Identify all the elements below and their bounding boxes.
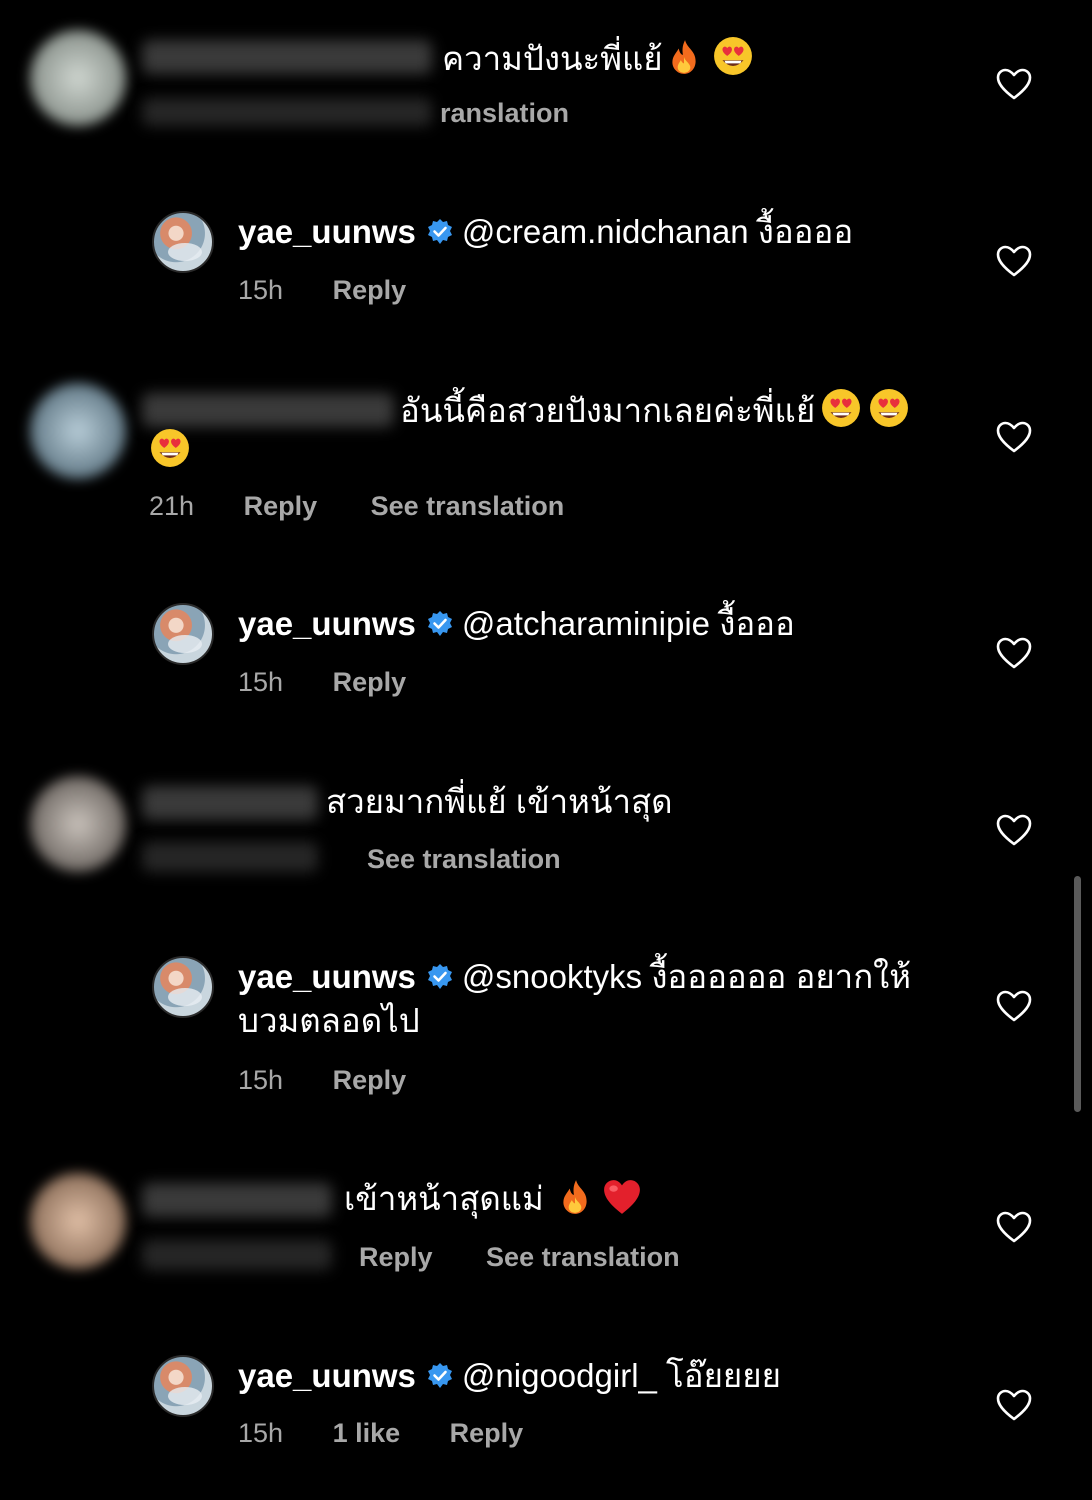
- username[interactable]: yae_uunws: [238, 958, 416, 995]
- owner-avatar[interactable]: [152, 1355, 214, 1417]
- like-count[interactable]: 1 like: [333, 1418, 401, 1448]
- verified-badge-icon: [426, 610, 454, 638]
- like-heart-icon[interactable]: [996, 637, 1032, 669]
- blurred-avatar[interactable]: [30, 1173, 126, 1269]
- comment-meta: Reply See translation: [359, 1241, 680, 1273]
- like-heart-icon[interactable]: [996, 1211, 1032, 1243]
- like-heart-icon[interactable]: [996, 421, 1032, 453]
- reply-body: @cream.nidchanan งื้ออออ: [461, 213, 854, 250]
- reply-text: yae_uunws @nigoodgirl_ โอ๊ยยยย: [238, 1355, 781, 1397]
- reply-meta: 15h Reply: [238, 1064, 406, 1096]
- see-translation-link[interactable]: ranslation: [440, 98, 569, 128]
- scrollbar-thumb[interactable]: [1074, 876, 1081, 1112]
- verified-badge-icon: [426, 1362, 454, 1390]
- blurred-meta: [142, 1240, 332, 1270]
- comment-text: เข้าหน้าสุดแม่: [344, 1178, 642, 1220]
- verified-badge-icon: [426, 963, 454, 991]
- like-heart-icon[interactable]: [996, 990, 1032, 1022]
- reply-button[interactable]: Reply: [333, 1065, 407, 1095]
- see-translation-link[interactable]: See translation: [486, 1242, 680, 1272]
- reply-body-line2: บวมตลอดไป: [238, 1002, 420, 1039]
- blurred-avatar[interactable]: [30, 383, 126, 479]
- reply-meta: 15h 1 like Reply: [238, 1417, 523, 1449]
- comments-screen: ความปังนะพี่แย้ ranslation yae_uunws @cre…: [0, 0, 1092, 1500]
- verified-badge-icon: [426, 218, 454, 246]
- see-translation-link[interactable]: See translation: [371, 491, 565, 521]
- blurred-username: [142, 40, 432, 74]
- timestamp: 15h: [238, 275, 284, 305]
- timestamp: 21h: [149, 491, 195, 521]
- reply-body: @nigoodgirl_ โอ๊ยยยย: [461, 1357, 781, 1394]
- blurred-meta: [142, 842, 318, 872]
- reply-meta: 15h Reply: [238, 274, 406, 306]
- comment-meta: 21h Reply See translation: [149, 490, 564, 522]
- reply-button[interactable]: Reply: [450, 1418, 524, 1448]
- reply-text: yae_uunws @cream.nidchanan งื้ออออ: [238, 211, 853, 253]
- username[interactable]: yae_uunws: [238, 605, 416, 642]
- owner-avatar[interactable]: [152, 956, 214, 1018]
- like-heart-icon[interactable]: [996, 814, 1032, 846]
- reply-button[interactable]: Reply: [359, 1242, 433, 1272]
- owner-avatar[interactable]: [152, 211, 214, 273]
- reply-text-line2: บวมตลอดไป: [238, 1000, 420, 1042]
- reply-body: @snooktyks งื้ออออออ อยากให้: [461, 958, 912, 995]
- username[interactable]: yae_uunws: [238, 213, 416, 250]
- blurred-username: [142, 393, 394, 427]
- owner-avatar[interactable]: [152, 603, 214, 665]
- comment-body: สวยมากพี่แย้ เข้าหน้าสุด: [326, 783, 673, 820]
- heart-eyes-emoji-icon: [822, 389, 861, 427]
- heart-eyes-emoji-icon: [151, 429, 189, 467]
- comment-body: อันนี้คือสวยปังมากเลยค่ะพี่แย้: [400, 392, 816, 429]
- comment-meta: ranslation: [440, 97, 569, 129]
- reply-button[interactable]: Reply: [333, 275, 407, 305]
- heart-eyes-emoji-icon: [713, 37, 752, 75]
- comment-body: ความปังนะพี่แย้: [442, 40, 663, 77]
- reply-button[interactable]: Reply: [333, 667, 407, 697]
- comment-body: เข้าหน้าสุดแม่: [344, 1180, 544, 1217]
- heart-eyes-emoji-icon: [870, 389, 909, 427]
- blurred-avatar[interactable]: [30, 776, 126, 872]
- blurred-meta: [142, 98, 432, 126]
- username[interactable]: yae_uunws: [238, 1357, 416, 1394]
- reply-body: @atcharaminipie งื้อออ: [461, 605, 795, 642]
- timestamp: 15h: [238, 667, 284, 697]
- like-heart-icon[interactable]: [996, 68, 1032, 100]
- blurred-username: [142, 786, 318, 820]
- comment-text-line2: [150, 428, 190, 472]
- blurred-username: [142, 1183, 332, 1217]
- reply-meta: 15h Reply: [238, 666, 406, 698]
- comment-text: ความปังนะพี่แย้: [442, 36, 753, 80]
- comment-meta: See translation: [367, 843, 561, 875]
- timestamp: 15h: [238, 1418, 284, 1448]
- like-heart-icon[interactable]: [996, 1389, 1032, 1421]
- like-heart-icon[interactable]: [996, 245, 1032, 277]
- fire-emoji-icon: [563, 1180, 587, 1214]
- reply-text: yae_uunws @snooktyks งื้ออออออ อยากให้: [238, 956, 911, 998]
- blurred-avatar[interactable]: [30, 30, 126, 126]
- see-translation-link[interactable]: See translation: [367, 844, 561, 874]
- red-heart-emoji-icon: [603, 1180, 640, 1214]
- reply-button[interactable]: Reply: [244, 491, 318, 521]
- fire-emoji-icon: [671, 40, 696, 74]
- comment-text: อันนี้คือสวยปังมากเลยค่ะพี่แย้: [400, 388, 909, 432]
- timestamp: 15h: [238, 1065, 284, 1095]
- reply-text: yae_uunws @atcharaminipie งื้อออ: [238, 603, 795, 645]
- comment-text: สวยมากพี่แย้ เข้าหน้าสุด: [326, 781, 673, 823]
